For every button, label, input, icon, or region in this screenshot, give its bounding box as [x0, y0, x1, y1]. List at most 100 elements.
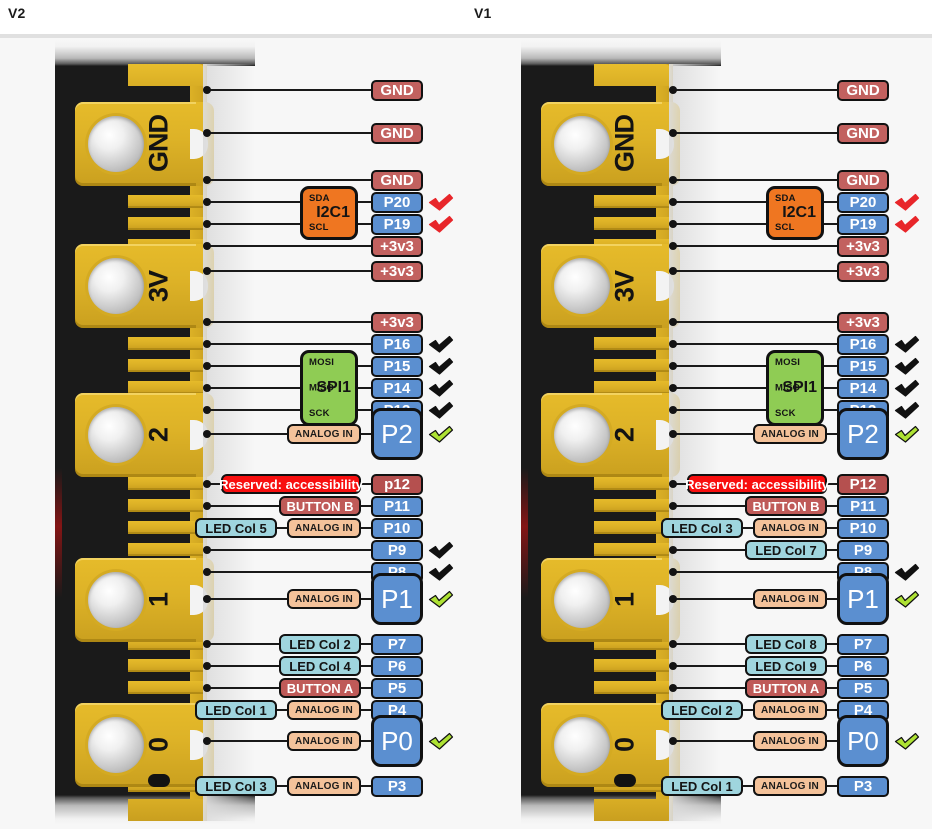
pin-wire-terminal	[203, 242, 211, 250]
connector-bottom-cap	[594, 799, 672, 821]
pin-chip-p7[interactable]: P7	[837, 633, 889, 655]
pin-wire-terminal	[203, 640, 211, 648]
pin-chip-p3[interactable]: P3	[371, 775, 423, 797]
check-icon-red	[428, 192, 454, 212]
pin-chip-p16[interactable]: P16	[837, 333, 889, 355]
pin-chip-p2[interactable]: P2	[371, 408, 423, 460]
check-icon-black	[428, 356, 454, 376]
pin-wire-terminal	[203, 176, 211, 184]
pin-chip-p1[interactable]: P1	[837, 573, 889, 625]
pin-chip-p20[interactable]: P20	[371, 191, 423, 213]
title-bar: V2 V1	[0, 0, 932, 34]
tag-led-column: LED Col 3	[195, 776, 277, 796]
pin-wire-terminal	[669, 480, 677, 488]
pin-chip-p15[interactable]: P15	[837, 355, 889, 377]
pin-chip-p6[interactable]: P6	[837, 655, 889, 677]
connector-pad-small	[594, 499, 672, 512]
tag-led-column: LED Col 9	[745, 656, 827, 676]
check-icon-black	[428, 334, 454, 354]
pin-chip-p10[interactable]: P10	[837, 517, 889, 539]
pin-wire-terminal	[669, 384, 677, 392]
version-title-v1: V1	[474, 5, 492, 21]
pin-chip-p2[interactable]: P2	[837, 408, 889, 460]
connector-pad-small	[594, 681, 672, 694]
pin-wire	[673, 571, 837, 573]
pin-wire	[207, 132, 371, 134]
connector-pad-small	[594, 543, 672, 556]
pin-chip-p0[interactable]: P0	[837, 715, 889, 767]
pin-wire-terminal	[669, 406, 677, 414]
pin-chip-p11[interactable]: P11	[837, 495, 889, 517]
bus-block-i2c1: SDA SCL I2C1	[766, 186, 824, 240]
bus-name-spi1: SPI1	[782, 379, 817, 396]
pin-chip-p19[interactable]: P19	[837, 213, 889, 235]
pin-chip-p19[interactable]: P19	[371, 213, 423, 235]
tag-button: BUTTON B	[279, 496, 361, 516]
pin-chip-p5[interactable]: P5	[837, 677, 889, 699]
bus-signal-sck: SCK	[775, 408, 796, 419]
connector-hole	[554, 116, 610, 172]
pin-wire	[673, 179, 837, 181]
pin-chip-p3[interactable]: P3	[837, 775, 889, 797]
pin-chip-+3v3[interactable]: +3v3	[371, 235, 423, 257]
pin-wire-terminal	[203, 502, 211, 510]
pin-wire-terminal	[669, 198, 677, 206]
pin-wire	[673, 132, 837, 134]
pin-wire	[673, 89, 837, 91]
pin-chip-p14[interactable]: P14	[837, 377, 889, 399]
pin-chip-p1[interactable]: P1	[371, 573, 423, 625]
pin-wire-terminal	[669, 546, 677, 554]
check-icon-black	[894, 562, 920, 582]
connector-pad-large: 0	[75, 703, 214, 787]
connector-pad-label: 2	[143, 427, 174, 443]
pin-chip-p12[interactable]: p12	[371, 473, 423, 495]
bus-signal-scl: SCL	[775, 222, 795, 233]
pin-chip-+3v3[interactable]: +3v3	[837, 260, 889, 282]
diagram-panel: GND 3V 2 1 0 GND GND GND P20 P19 +3v3 +3v3 +3v3 P16 P1…	[0, 38, 932, 829]
pin-wire	[673, 245, 837, 247]
pin-chip-p15[interactable]: P15	[371, 355, 423, 377]
pin-chip-+3v3[interactable]: +3v3	[371, 260, 423, 282]
pin-chip-p5[interactable]: P5	[371, 677, 423, 699]
pin-chip-p16[interactable]: P16	[371, 333, 423, 355]
connector-bottom-cap	[128, 799, 206, 821]
pin-chip-p6[interactable]: P6	[371, 655, 423, 677]
bus-signal-mosi: MOSI	[775, 357, 801, 368]
pin-chip-p11[interactable]: P11	[371, 495, 423, 517]
pin-chip-p12[interactable]: P12	[837, 473, 889, 495]
tag-reserved: Reserved: accessibility	[685, 474, 829, 494]
pin-chip-gnd[interactable]: GND	[371, 169, 423, 191]
pin-wire-terminal	[203, 568, 211, 576]
check-icon-black	[428, 400, 454, 420]
pin-wire	[207, 245, 371, 247]
pin-chip-p20[interactable]: P20	[837, 191, 889, 213]
pin-chip-gnd[interactable]: GND	[837, 122, 889, 144]
pinout-diagram-v1: GND 3V 2 1 0 GND GND GND P20 P19 +3v3 +3v3 +3v3 P16 P1…	[466, 38, 932, 829]
tag-analog-in: ANALOG IN	[287, 776, 361, 796]
tag-led-column: LED Col 3	[661, 518, 743, 538]
pin-wire	[207, 321, 371, 323]
connector-pad-label: 0	[609, 737, 640, 753]
pin-chip-p7[interactable]: P7	[371, 633, 423, 655]
connector-pad-small	[128, 359, 206, 372]
connector-pad-small	[128, 477, 206, 490]
tag-analog-in: ANALOG IN	[287, 589, 361, 609]
pin-chip-+3v3[interactable]: +3v3	[837, 235, 889, 257]
connector-top-cap	[594, 64, 672, 86]
pin-wire	[673, 321, 837, 323]
tag-analog-in: ANALOG IN	[753, 700, 827, 720]
pin-chip-p10[interactable]: P10	[371, 517, 423, 539]
pin-chip-+3v3[interactable]: +3v3	[371, 311, 423, 333]
pin-chip-gnd[interactable]: GND	[837, 79, 889, 101]
check-icon-green	[894, 589, 920, 609]
pin-chip-p14[interactable]: P14	[371, 377, 423, 399]
bus-name-i2c1: I2C1	[316, 204, 350, 221]
pin-chip-p9[interactable]: P9	[371, 539, 423, 561]
version-title-v2: V2	[8, 5, 26, 21]
pin-chip-gnd[interactable]: GND	[371, 122, 423, 144]
pin-chip-p0[interactable]: P0	[371, 715, 423, 767]
pin-chip-+3v3[interactable]: +3v3	[837, 311, 889, 333]
pin-chip-gnd[interactable]: GND	[371, 79, 423, 101]
pin-chip-gnd[interactable]: GND	[837, 169, 889, 191]
pin-chip-p9[interactable]: P9	[837, 539, 889, 561]
